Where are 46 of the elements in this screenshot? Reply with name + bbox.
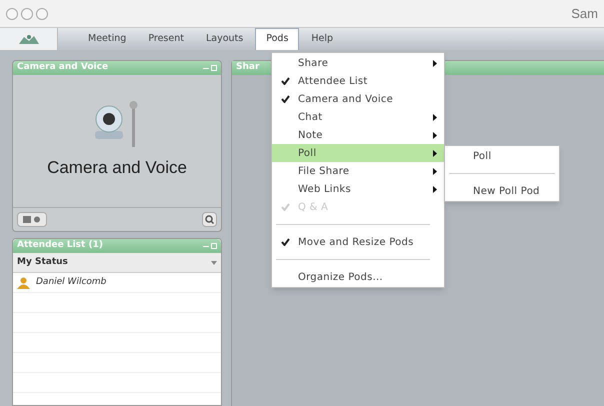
- pod-controls-icon[interactable]: [203, 243, 217, 249]
- menu-item[interactable]: Organize Pods...: [272, 268, 444, 286]
- submenu-arrow-icon: [433, 132, 437, 138]
- camera-audio-button[interactable]: [17, 212, 47, 227]
- submenu-arrow-icon: [433, 186, 437, 192]
- menu-item[interactable]: Attendee List: [272, 72, 444, 90]
- zoom-button[interactable]: [202, 212, 217, 227]
- menu-bar-item[interactable]: Help: [301, 28, 344, 50]
- pod-controls-icon[interactable]: [203, 65, 217, 71]
- menu-bar-item[interactable]: Layouts: [196, 28, 254, 50]
- window-control-icon[interactable]: [6, 8, 18, 20]
- user-icon: [17, 276, 30, 288]
- check-icon: [280, 77, 290, 85]
- magnifier-icon: [205, 215, 214, 224]
- check-icon: [280, 238, 290, 246]
- menu-item[interactable]: Poll: [272, 144, 444, 162]
- window-title: Sam: [571, 4, 598, 23]
- check-icon: [280, 95, 290, 103]
- submenu-arrow-icon: [433, 168, 437, 174]
- menu-item[interactable]: File Share: [272, 162, 444, 180]
- window-control-icon[interactable]: [36, 8, 48, 20]
- menu-item[interactable]: Camera and Voice: [272, 90, 444, 108]
- submenu-arrow-icon: [433, 114, 437, 120]
- dropdown-arrow-icon: [211, 260, 217, 264]
- submenu-arrow-icon: [433, 60, 437, 66]
- logo-icon: [16, 33, 40, 45]
- submenu-arrow-icon: [433, 150, 437, 156]
- menu-bar-item[interactable]: Meeting: [78, 28, 136, 50]
- camera-icon: [23, 216, 41, 223]
- check-icon: [280, 203, 290, 211]
- menu-item[interactable]: Web Links: [272, 180, 444, 198]
- attendee-name[interactable]: Daniel Wilcomb: [36, 276, 106, 290]
- menu-bar-item[interactable]: Pods: [255, 28, 300, 50]
- menu-item[interactable]: Note: [272, 126, 444, 144]
- menu-bar-item[interactable]: Present: [138, 28, 194, 50]
- pod-title: Shar: [236, 61, 260, 74]
- pod-caption: Camera and Voice: [47, 157, 187, 179]
- menu-item[interactable]: Poll: [445, 147, 559, 165]
- status-dropdown[interactable]: My Status: [13, 253, 221, 273]
- menu-item[interactable]: Move and Resize Pods: [272, 233, 444, 251]
- menu-item[interactable]: New Poll Pod: [445, 182, 559, 200]
- window-control-icon[interactable]: [21, 8, 33, 20]
- pod-title: Attendee List (1): [17, 239, 103, 252]
- menu-item[interactable]: Share: [272, 54, 444, 72]
- menu-item[interactable]: Chat: [272, 108, 444, 126]
- pod-title: Camera and Voice: [17, 61, 108, 74]
